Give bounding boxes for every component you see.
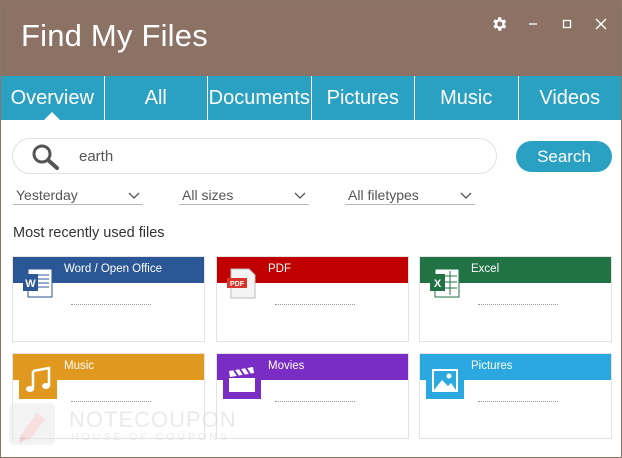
chevron-down-icon (128, 192, 140, 199)
card-excel[interactable]: Excel X (419, 256, 612, 342)
tab-label: Pictures (326, 86, 399, 109)
placeholder-dots (478, 304, 558, 305)
search-button[interactable]: Search (516, 141, 612, 172)
card-label: PDF (268, 263, 291, 275)
card-pictures[interactable]: Pictures (419, 353, 612, 439)
window-controls (489, 13, 611, 35)
watermark-logo-icon (9, 403, 55, 445)
svg-text:PDF: PDF (230, 281, 245, 288)
tab-overview[interactable]: Overview (1, 76, 105, 121)
excel-doc-icon: X (430, 268, 460, 298)
filetype-filter-value: All filetypes (348, 186, 419, 203)
card-label: Excel (471, 263, 500, 275)
card-label: Pictures (471, 360, 513, 372)
placeholder-dots (275, 304, 355, 305)
tab-label: Music (440, 86, 493, 109)
minimize-icon[interactable] (523, 14, 543, 34)
tab-label: Overview (10, 86, 94, 109)
tab-pictures[interactable]: Pictures (312, 76, 415, 120)
card-pdf[interactable]: PDF PDF (216, 256, 409, 342)
tab-videos[interactable]: Videos (519, 76, 622, 120)
music-note-icon (19, 361, 57, 399)
maximize-icon[interactable] (557, 14, 577, 34)
tab-documents[interactable]: Documents (208, 76, 312, 120)
clapperboard-icon (223, 361, 261, 399)
chevron-down-icon (294, 192, 306, 199)
placeholder-dots (71, 304, 151, 305)
card-movies[interactable]: Movies (216, 353, 409, 439)
active-tab-indicator (43, 112, 62, 121)
word-doc-icon: W (23, 268, 53, 298)
date-filter-value: Yesterday (16, 186, 78, 203)
placeholder-dots (478, 401, 558, 402)
title-bar[interactable]: Find My Files (1, 1, 621, 76)
placeholder-dots (275, 401, 355, 402)
tab-label: Documents (208, 86, 310, 109)
chevron-down-icon (460, 192, 472, 199)
svg-text:W: W (25, 278, 36, 290)
search-icon (32, 144, 59, 170)
watermark-subtitle: HOUSE OF COUPONS (71, 431, 230, 443)
card-word[interactable]: Word / Open Office W (12, 256, 205, 342)
tab-all[interactable]: All (105, 76, 208, 120)
close-icon[interactable] (591, 14, 611, 34)
pdf-doc-icon: PDF (227, 268, 256, 299)
app-window: Find My Files Overview All Documents Pic… (0, 0, 622, 458)
section-title: Most recently used files (13, 225, 165, 241)
watermark: NOTECOUPON HOUSE OF COUPONS (7, 399, 237, 451)
card-label: Movies (268, 360, 305, 372)
size-filter-dropdown[interactable]: All sizes (179, 185, 309, 205)
nav-tabs: Overview All Documents Pictures Music Vi… (1, 76, 622, 121)
app-title: Find My Files (21, 18, 208, 53)
card-label: Word / Open Office (64, 263, 163, 275)
size-filter-value: All sizes (182, 186, 234, 203)
tab-label: All (144, 86, 167, 109)
settings-gear-icon[interactable] (489, 14, 509, 34)
search-box[interactable] (12, 138, 497, 174)
watermark-title: NOTECOUPON (69, 407, 237, 432)
search-input[interactable] (79, 145, 479, 167)
picture-icon (426, 361, 464, 399)
svg-text:X: X (434, 278, 442, 290)
card-label: Music (64, 360, 95, 372)
tab-label: Videos (539, 86, 601, 109)
filetype-filter-dropdown[interactable]: All filetypes (345, 185, 475, 205)
date-filter-dropdown[interactable]: Yesterday (13, 185, 143, 205)
tab-music[interactable]: Music (415, 76, 519, 120)
